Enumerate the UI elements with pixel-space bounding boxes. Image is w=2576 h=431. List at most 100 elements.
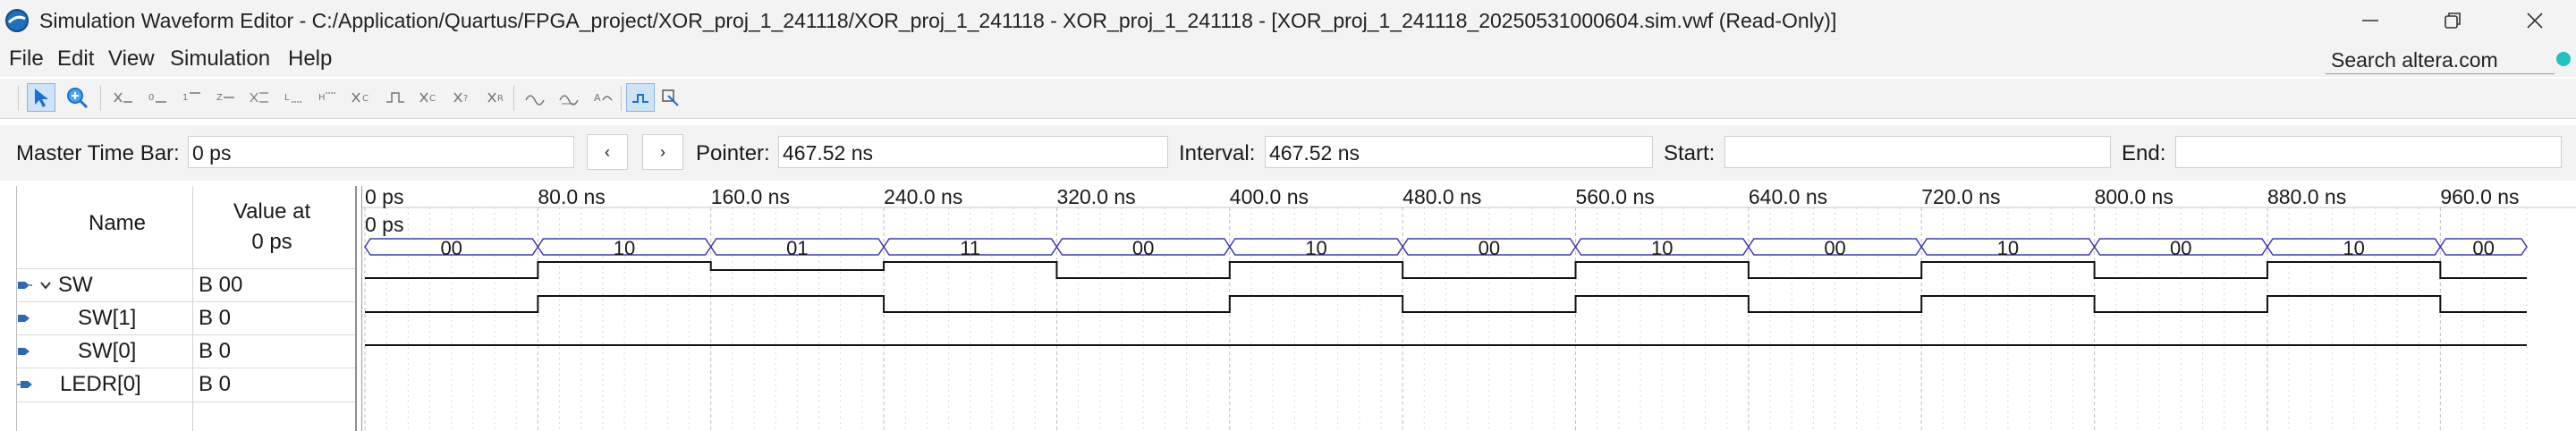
time-bar-row: Master Time Bar: 0 ps ‹ › Pointer: 467.5… [0,125,2576,181]
svg-text:R: R [497,94,504,104]
chevron-down-icon[interactable] [38,278,53,292]
force-high-impedance-button[interactable]: Z [211,83,240,112]
connection-status-icon [2556,52,2571,66]
signal-value: B 0 [199,339,232,363]
svg-text:H: H [318,93,326,103]
end-label: End: [2122,141,2166,165]
time-tick-label: 800.0 ns [2095,186,2174,208]
time-tick-label: 960.0 ns [2440,186,2519,208]
menu-bar: File Edit View Simulation Help [0,41,2576,77]
bus-value-label: 01 [786,237,808,259]
menu-help[interactable]: Help [288,45,332,73]
minimize-button[interactable] [2329,0,2411,41]
time-tick-label: 320.0 ns [1056,186,1135,208]
window-title: Simulation Waveform Editor - C:/Applicat… [39,9,1837,32]
force-weak-low-button[interactable]: L [279,83,308,112]
menu-view[interactable]: View [108,45,155,73]
svg-text:A: A [594,92,601,104]
signal-row-sw[interactable]: SW B 00 [17,268,355,302]
selection-tool-button[interactable] [27,83,55,112]
sort-button[interactable]: A [589,83,617,112]
next-transition-button[interactable]: › [642,134,683,170]
force-weak-unknown-button[interactable] [245,83,274,112]
interval-label: Interval: [1179,141,1256,165]
force-low-button[interactable]: 0 [143,83,172,112]
sw1-waveform[interactable] [365,261,2527,279]
master-time-bar-label: Master Time Bar: [16,141,180,165]
toolbar-grip [18,86,19,111]
start-field[interactable] [1724,136,2111,168]
time-tick-label: 560.0 ns [1576,186,1655,208]
count-value-button[interactable]: C [415,83,444,112]
close-button[interactable] [2494,0,2576,41]
restore-button[interactable] [2411,0,2494,41]
menu-edit[interactable]: Edit [57,45,94,73]
svg-text:0: 0 [148,93,154,103]
time-tick-label: 80.0 ns [538,186,605,208]
time-tick-label: 720.0 ns [1921,186,2000,208]
input-pin-icon [18,315,30,322]
time-tick-label: 480.0 ns [1402,186,1481,208]
bus-value-label: 11 [960,237,980,259]
signal-value: B 0 [199,306,232,330]
cursor-time-label: 0 ps [365,213,403,236]
bus-value-label: 00 [440,237,462,259]
bus-value-label: 00 [2472,237,2494,259]
waveform-panel[interactable]: 0 ps 80.0 ns 160.0 ns 240.0 ns 320.0 ns 400.0… [361,186,2576,431]
random-values-icon: R [487,92,504,104]
previous-transition-button[interactable]: ‹ [587,134,628,170]
signal-list-panel: Name Value at 0 ps SW B 00 SW[1] B 0 SW[… [16,186,357,431]
quartus-app-icon [5,9,29,32]
signal-name: SW [58,273,93,297]
force-high-icon: 1 [182,92,200,103]
output-pin-icon [17,381,32,388]
name-column-header[interactable]: Name [89,211,146,236]
force-weak-unknown-icon [250,92,268,103]
waveform-canvas[interactable]: 0 ps 80.0 ns 160.0 ns 240.0 ns 320.0 ns 400.0… [361,186,2576,431]
svg-text:Z: Z [216,93,223,103]
bus-value-label: 10 [1651,237,1673,259]
pointer-field[interactable]: 467.52 ns [778,136,1168,168]
signal-row-sw1[interactable]: SW[1] B 0 [17,301,355,335]
force-unknown-icon [114,92,132,103]
snap-setting-icon [559,95,579,106]
force-weak-high-button[interactable]: H [313,83,342,112]
toolbar-separator [513,86,514,111]
bus-value-label: 00 [1479,237,1500,259]
grid-settings-button[interactable] [521,83,549,112]
value-column-header[interactable]: Value at 0 ps [196,197,348,258]
signal-row-ledr0[interactable]: LEDR[0] B 0 [17,368,355,402]
end-field[interactable] [2175,136,2562,168]
bus-value-label: 10 [2343,237,2364,259]
force-unknown-button[interactable] [109,83,138,112]
master-time-bar-field[interactable]: 0 ps [188,136,574,168]
snap-setting-button[interactable] [555,83,583,112]
menu-file[interactable]: File [9,45,44,73]
toolbar: 0 1 Z L H C C ? R A [0,79,2576,119]
force-dont-care-button[interactable]: C [347,83,376,112]
clock-button[interactable]: ? [449,83,478,112]
zoom-tool-button[interactable] [63,83,91,112]
overwrite-clock-button[interactable] [657,83,685,112]
start-label: Start: [1664,141,1716,165]
pointer-label: Pointer: [696,141,770,165]
snap-to-grid-button[interactable] [626,83,655,112]
force-high-button[interactable]: 1 [177,83,206,112]
search-input[interactable]: Search altera.com [2326,44,2555,74]
time-tick-label: 400.0 ns [1230,186,1309,208]
interval-field[interactable]: 467.52 ns [1265,136,1653,168]
grid-settings-icon [525,95,545,106]
signal-name: SW[0] [78,339,137,363]
input-pin-icon [18,348,30,355]
count-value-icon: C [419,92,436,104]
restore-icon [2445,13,2461,29]
menu-simulation[interactable]: Simulation [170,45,270,73]
bus-value-label: 00 [1824,237,1845,259]
title-bar: Simulation Waveform Editor - C:/Applicat… [0,0,2576,41]
invert-button[interactable] [381,83,410,112]
sort-icon: A [594,92,613,104]
random-values-button[interactable]: R [483,83,512,112]
signal-row-sw0[interactable]: SW[0] B 0 [17,334,355,368]
bus-value-label: 10 [1305,237,1326,259]
time-tick-label: 0 ps [365,186,403,208]
